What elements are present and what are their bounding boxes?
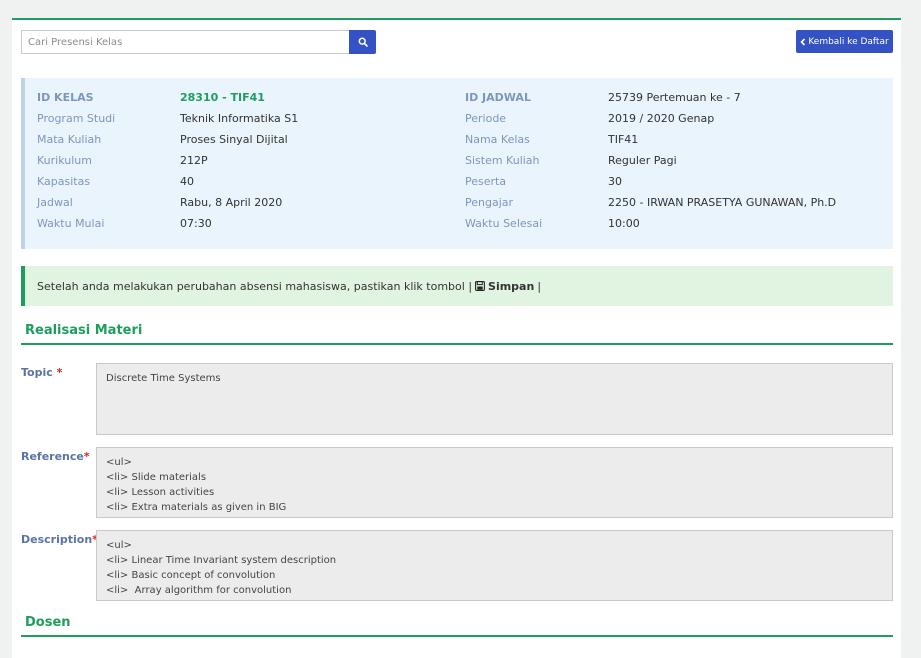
presensi-card: Kembali ke Daftar ID KELAS 28310 - TIF41… bbox=[12, 18, 901, 658]
info-label: Jadwal bbox=[37, 196, 73, 209]
description-textarea[interactable]: <ul> <li> Linear Time Invariant system d… bbox=[96, 530, 893, 601]
topic-label: Topic * bbox=[21, 366, 63, 379]
info-label: Peserta bbox=[465, 175, 507, 188]
topic-textarea[interactable]: Discrete Time Systems bbox=[96, 363, 893, 435]
search-icon bbox=[358, 37, 368, 47]
info-value: 28310 - TIF41 bbox=[180, 91, 265, 104]
info-label: ID KELAS bbox=[37, 91, 94, 104]
info-value: 07:30 bbox=[180, 217, 212, 230]
search-bar bbox=[21, 30, 376, 54]
dosen-section-title: Dosen bbox=[21, 615, 893, 637]
info-label: Mata Kuliah bbox=[37, 133, 102, 146]
back-to-list-button[interactable]: Kembali ke Daftar bbox=[796, 30, 893, 53]
info-label: Pengajar bbox=[465, 196, 514, 209]
info-label: Waktu Selesai bbox=[465, 217, 543, 230]
info-value: 25739 Pertemuan ke - 7 bbox=[608, 91, 741, 104]
chevron-left-icon bbox=[800, 37, 806, 46]
info-value: TIF41 bbox=[608, 133, 639, 146]
info-label: Periode bbox=[465, 112, 507, 125]
reference-textarea[interactable]: <ul> <li> Slide materials <li> Lesson ac… bbox=[96, 447, 893, 518]
info-label: Program Studi bbox=[37, 112, 116, 125]
info-value: 2019 / 2020 Genap bbox=[608, 112, 715, 125]
floppy-disk-icon bbox=[475, 281, 485, 291]
info-value: 10:00 bbox=[608, 217, 640, 230]
info-value: Rabu, 8 April 2020 bbox=[180, 196, 283, 209]
save-reminder-alert: Setelah anda melakukan perubahan absensi… bbox=[21, 266, 893, 306]
info-label: Nama Kelas bbox=[465, 133, 530, 146]
search-input[interactable] bbox=[21, 30, 349, 54]
realisasi-section-title: Realisasi Materi bbox=[21, 323, 893, 345]
info-label: Waktu Mulai bbox=[37, 217, 105, 230]
info-label: Kurikulum bbox=[37, 154, 92, 167]
info-value: 212P bbox=[180, 154, 208, 167]
class-info-panel: ID KELAS 28310 - TIF41 Program Studi Tek… bbox=[21, 78, 893, 249]
back-button-label: Kembali ke Daftar bbox=[808, 36, 889, 47]
alert-suffix: | bbox=[537, 279, 542, 293]
info-value: 40 bbox=[180, 175, 194, 188]
info-value: 2250 - IRWAN PRASETYA GUNAWAN, Ph.D bbox=[608, 196, 837, 209]
alert-text: Setelah anda melakukan perubahan absensi… bbox=[37, 279, 473, 293]
info-label: Sistem Kuliah bbox=[465, 154, 540, 167]
alert-save-label: Simpan bbox=[488, 279, 535, 293]
info-label: Kapasitas bbox=[37, 175, 91, 188]
info-value: Teknik Informatika S1 bbox=[180, 112, 299, 125]
search-button[interactable] bbox=[349, 30, 376, 54]
info-value: 30 bbox=[608, 175, 622, 188]
info-label: ID JADWAL bbox=[465, 91, 531, 104]
description-label: Description* bbox=[21, 533, 98, 546]
info-value: Proses Sinyal Dijital bbox=[180, 133, 288, 146]
reference-label: Reference* bbox=[21, 450, 90, 463]
info-value: Reguler Pagi bbox=[608, 154, 677, 167]
